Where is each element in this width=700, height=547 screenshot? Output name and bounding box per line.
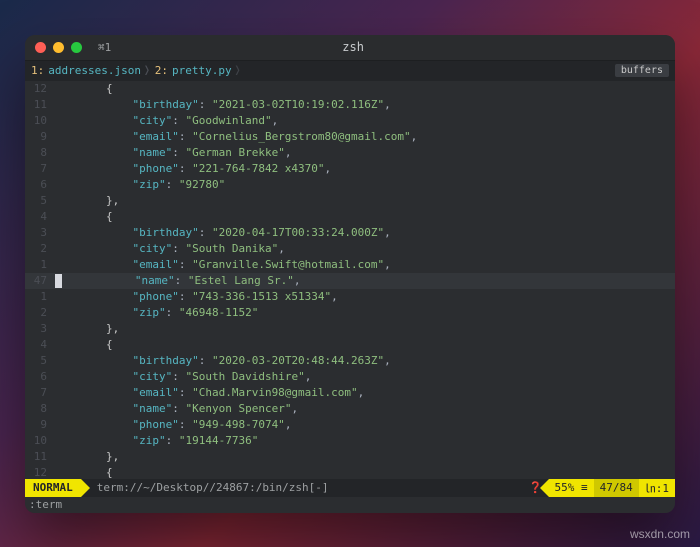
gutter-number: 3 [25,321,53,337]
gutter-number: 12 [25,465,53,479]
gutter-number: 8 [25,401,53,417]
gutter-number: 9 [25,129,53,145]
close-icon[interactable] [35,42,46,53]
gutter-number: 2 [25,241,53,257]
traffic-lights [35,42,82,53]
code-content: "email": "Granville.Swift@hotmail.com", [53,257,675,273]
code-line[interactable]: 4 { [25,209,675,225]
code-content: "phone": "743-336-1513 x51334", [53,289,675,305]
code-content: { [53,465,675,479]
code-line[interactable]: 9 "phone": "949-498-7074", [25,417,675,433]
code-line[interactable]: 1 "email": "Granville.Swift@hotmail.com"… [25,257,675,273]
code-line[interactable]: 7 "email": "Chad.Marvin98@gmail.com", [25,385,675,401]
gutter-number: 6 [25,177,53,193]
chevron-right-icon: ❭ [143,63,151,78]
gutter-number: 7 [25,385,53,401]
cursor-block [55,274,62,288]
gutter-number: 9 [25,417,53,433]
code-content: { [53,81,675,97]
statusline: NORMAL term://~/Desktop//24867:/bin/zsh[… [25,479,675,497]
buffer-tab-2[interactable]: 2: pretty.py ❭ [155,63,242,78]
code-content: "name": "Kenyon Spencer", [53,401,675,417]
gutter-number: 47 [25,273,53,289]
gutter-number: 8 [25,145,53,161]
code-line[interactable]: 2 "city": "South Danika", [25,241,675,257]
status-col: ㏑:1 [639,479,675,497]
zoom-icon[interactable] [71,42,82,53]
code-content: { [53,209,675,225]
gutter-number: 10 [25,113,53,129]
gutter-number: 4 [25,209,53,225]
code-content: }, [53,449,675,465]
status-path: term://~/Desktop//24867:/bin/zsh[-] [97,481,529,494]
code-line[interactable]: 3 "birthday": "2020-04-17T00:33:24.000Z"… [25,225,675,241]
code-line[interactable]: 11 }, [25,449,675,465]
code-content: "email": "Chad.Marvin98@gmail.com", [53,385,675,401]
bufferline: 1: addresses.json ❭ 2: pretty.py ❭ buffe… [25,61,675,81]
code-line[interactable]: 9 "email": "Cornelius_Bergstrom80@gmail.… [25,129,675,145]
code-content: "phone": "949-498-7074", [53,417,675,433]
code-content: }, [53,321,675,337]
code-line[interactable]: 12 { [25,81,675,97]
terminal-window: ⌘1 zsh 1: addresses.json ❭ 2: pretty.py … [25,35,675,513]
gutter-number: 10 [25,433,53,449]
gutter-number: 2 [25,305,53,321]
code-line[interactable]: 8 "name": "German Brekke", [25,145,675,161]
gutter-number: 3 [25,225,53,241]
mode-indicator: NORMAL [25,479,81,497]
status-percent: 55% ≡ [549,479,594,497]
gutter-number: 5 [25,193,53,209]
code-line[interactable]: 5 "birthday": "2020-03-20T20:48:44.263Z"… [25,353,675,369]
code-line[interactable]: 10 "city": "Goodwinland", [25,113,675,129]
minimize-icon[interactable] [53,42,64,53]
code-line[interactable]: 8 "name": "Kenyon Spencer", [25,401,675,417]
gutter-number: 5 [25,353,53,369]
terminal-tab[interactable]: ⌘1 [98,41,111,54]
titlebar: ⌘1 zsh [25,35,675,61]
code-line[interactable]: 1 "phone": "743-336-1513 x51334", [25,289,675,305]
gutter-number: 6 [25,369,53,385]
code-content: "birthday": "2021-03-02T10:19:02.116Z", [53,97,675,113]
code-content: "zip": "19144-7736" [53,433,675,449]
code-line[interactable]: 4 { [25,337,675,353]
buffer-tab-1[interactable]: 1: addresses.json ❭ [31,63,151,78]
code-line[interactable]: 5 }, [25,193,675,209]
code-line[interactable]: 3 }, [25,321,675,337]
gutter-number: 4 [25,337,53,353]
command-line[interactable]: :term [25,497,675,513]
code-content: "city": "South Davidshire", [53,369,675,385]
code-content: "name": "Estel Lang Sr.", [53,273,675,289]
gutter-number: 11 [25,449,53,465]
code-content: "city": "South Danika", [53,241,675,257]
code-line[interactable]: 6 "zip": "92780" [25,177,675,193]
chevron-right-icon: ❭ [234,63,242,78]
code-line[interactable]: 11 "birthday": "2021-03-02T10:19:02.116Z… [25,97,675,113]
gutter-number: 12 [25,81,53,97]
gutter-number: 1 [25,257,53,273]
code-content: "name": "German Brekke", [53,145,675,161]
code-line[interactable]: 2 "zip": "46948-1152" [25,305,675,321]
code-content: }, [53,193,675,209]
code-line[interactable]: 12 { [25,465,675,479]
code-content: "city": "Goodwinland", [53,113,675,129]
code-content: "phone": "221-764-7842 x4370", [53,161,675,177]
gutter-number: 7 [25,161,53,177]
watermark: wsxdn.com [630,527,690,541]
code-content: "email": "Cornelius_Bergstrom80@gmail.co… [53,129,675,145]
status-rowcol: 47/84 [594,479,639,497]
code-content: "zip": "92780" [53,177,675,193]
code-content: "birthday": "2020-04-17T00:33:24.000Z", [53,225,675,241]
editor[interactable]: 12 {11 "birthday": "2021-03-02T10:19:02.… [25,81,675,479]
gutter-number: 11 [25,97,53,113]
window-title: zsh [111,40,595,54]
code-line[interactable]: 7 "phone": "221-764-7842 x4370", [25,161,675,177]
code-line[interactable]: 6 "city": "South Davidshire", [25,369,675,385]
buffers-label: buffers [615,64,669,77]
gutter-number: 1 [25,289,53,305]
code-content: { [53,337,675,353]
code-content: "birthday": "2020-03-20T20:48:44.263Z", [53,353,675,369]
code-line[interactable]: 47 "name": "Estel Lang Sr.", [25,273,675,289]
code-content: "zip": "46948-1152" [53,305,675,321]
code-line[interactable]: 10 "zip": "19144-7736" [25,433,675,449]
